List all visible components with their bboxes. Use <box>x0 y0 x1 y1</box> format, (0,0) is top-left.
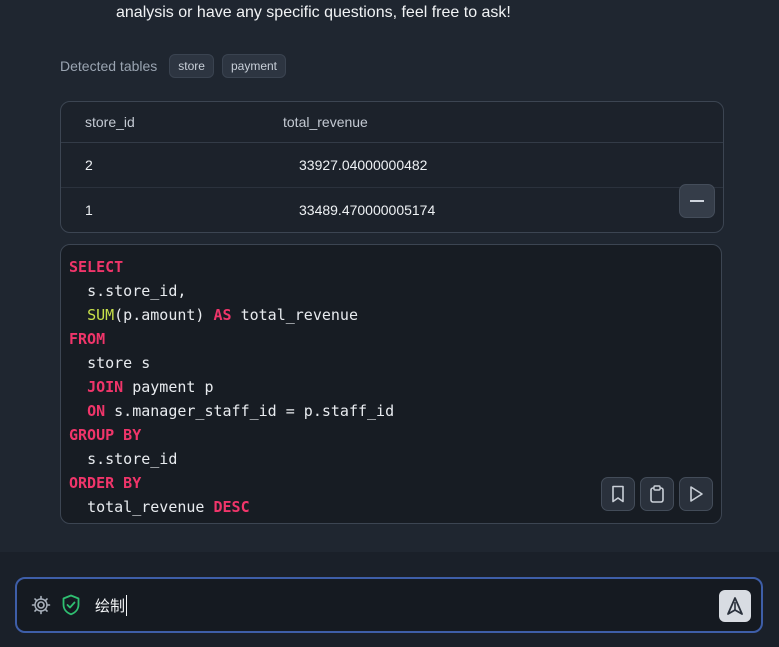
cell-store-id: 2 <box>85 157 93 173</box>
sql-line: GROUP BY <box>69 423 713 447</box>
sql-text: total_revenue <box>87 498 214 516</box>
sql-keyword: SELECT <box>69 258 124 276</box>
table-row: 2 33927.04000000482 <box>61 143 723 187</box>
sql-code-block: SELECT s.store_id, SUM(p.amount) AS tota… <box>60 244 722 524</box>
sql-function: SUM <box>87 306 115 324</box>
sql-line: SUM(p.amount) AS total_revenue <box>69 303 713 327</box>
sql-line: FROM <box>69 327 713 351</box>
sql-line: SELECT <box>69 255 713 279</box>
sql-line: JOIN payment p <box>69 375 713 399</box>
cell-total-revenue: 33927.04000000482 <box>299 157 428 173</box>
bookmark-button[interactable] <box>601 477 635 511</box>
play-icon <box>690 486 703 502</box>
detected-tables: Detected tables store payment <box>60 54 287 78</box>
sql-text: s.manager_staff_id = p.staff_id <box>105 402 395 420</box>
sql-text: s.store_id, <box>87 282 187 300</box>
sql-keyword: GROUP BY <box>69 426 142 444</box>
sql-line: s.store_id <box>69 447 713 471</box>
sql-text: total_revenue <box>231 306 358 324</box>
gear-icon[interactable] <box>31 595 51 615</box>
sql-keyword: ON <box>87 402 106 420</box>
table-chip-store[interactable]: store <box>169 54 214 78</box>
sql-keyword: ORDER BY <box>69 474 142 492</box>
sql-keyword: AS <box>213 306 232 324</box>
sql-text: store s <box>87 354 151 372</box>
bookmark-icon <box>612 485 624 503</box>
clipboard-icon <box>650 485 664 503</box>
sql-line: s.store_id, <box>69 279 713 303</box>
send-button[interactable] <box>719 590 751 622</box>
copy-button[interactable] <box>640 477 674 511</box>
sql-line: store s <box>69 351 713 375</box>
chat-input-text[interactable]: 绘制 <box>95 594 128 616</box>
sql-text: (p.amount) <box>114 306 214 324</box>
sql-keyword: DESC <box>213 498 250 516</box>
code-actions <box>601 477 713 511</box>
table-chip-payment[interactable]: payment <box>221 54 287 78</box>
minus-icon <box>690 200 704 202</box>
column-header-total-revenue[interactable]: total_revenue <box>261 114 368 130</box>
sql-keyword: FROM <box>69 330 106 348</box>
sql-keyword: JOIN <box>87 378 124 396</box>
cell-total-revenue: 33489.470000005174 <box>299 202 436 218</box>
collapse-button[interactable] <box>679 184 715 218</box>
cell-store-id: 1 <box>85 202 93 218</box>
detected-tables-label: Detected tables <box>60 58 158 74</box>
chat-message-tail: analysis or have any specific questions,… <box>116 4 511 21</box>
chat-input[interactable]: 绘制 <box>15 577 763 633</box>
result-table: store_id total_revenue 2 33927.040000004… <box>60 101 724 233</box>
sql-line: ON s.manager_staff_id = p.staff_id <box>69 399 713 423</box>
sql-text: s.store_id <box>87 450 178 468</box>
table-header: store_id total_revenue <box>61 102 723 143</box>
send-icon <box>727 597 743 615</box>
column-header-store-id[interactable]: store_id <box>61 114 261 130</box>
run-button[interactable] <box>679 477 713 511</box>
sql-text: payment p <box>123 378 214 396</box>
shield-check-icon[interactable] <box>61 594 81 616</box>
table-row: 1 33489.470000005174 <box>61 187 723 232</box>
